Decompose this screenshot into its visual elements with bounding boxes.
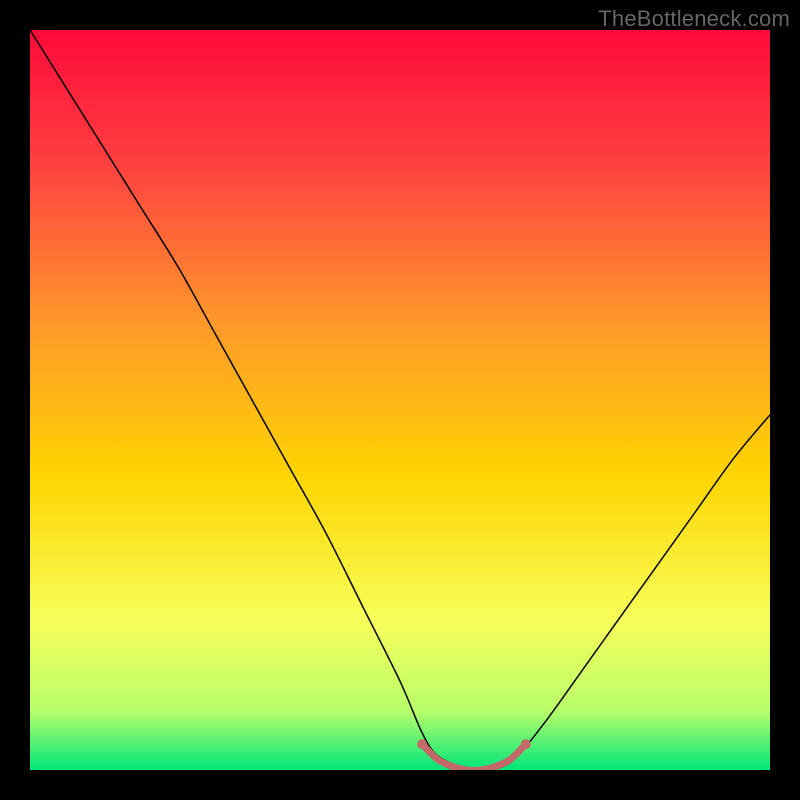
optimal-band-endpoint	[417, 739, 427, 749]
bottleneck-curve	[30, 30, 770, 770]
watermark-text: TheBottleneck.com	[598, 6, 790, 32]
plot-area	[30, 30, 770, 770]
optimal-band-markers	[417, 739, 531, 749]
optimal-band	[422, 744, 526, 770]
curve-layer	[30, 30, 770, 770]
optimal-band-endpoint	[521, 739, 531, 749]
chart-frame: TheBottleneck.com	[0, 0, 800, 800]
